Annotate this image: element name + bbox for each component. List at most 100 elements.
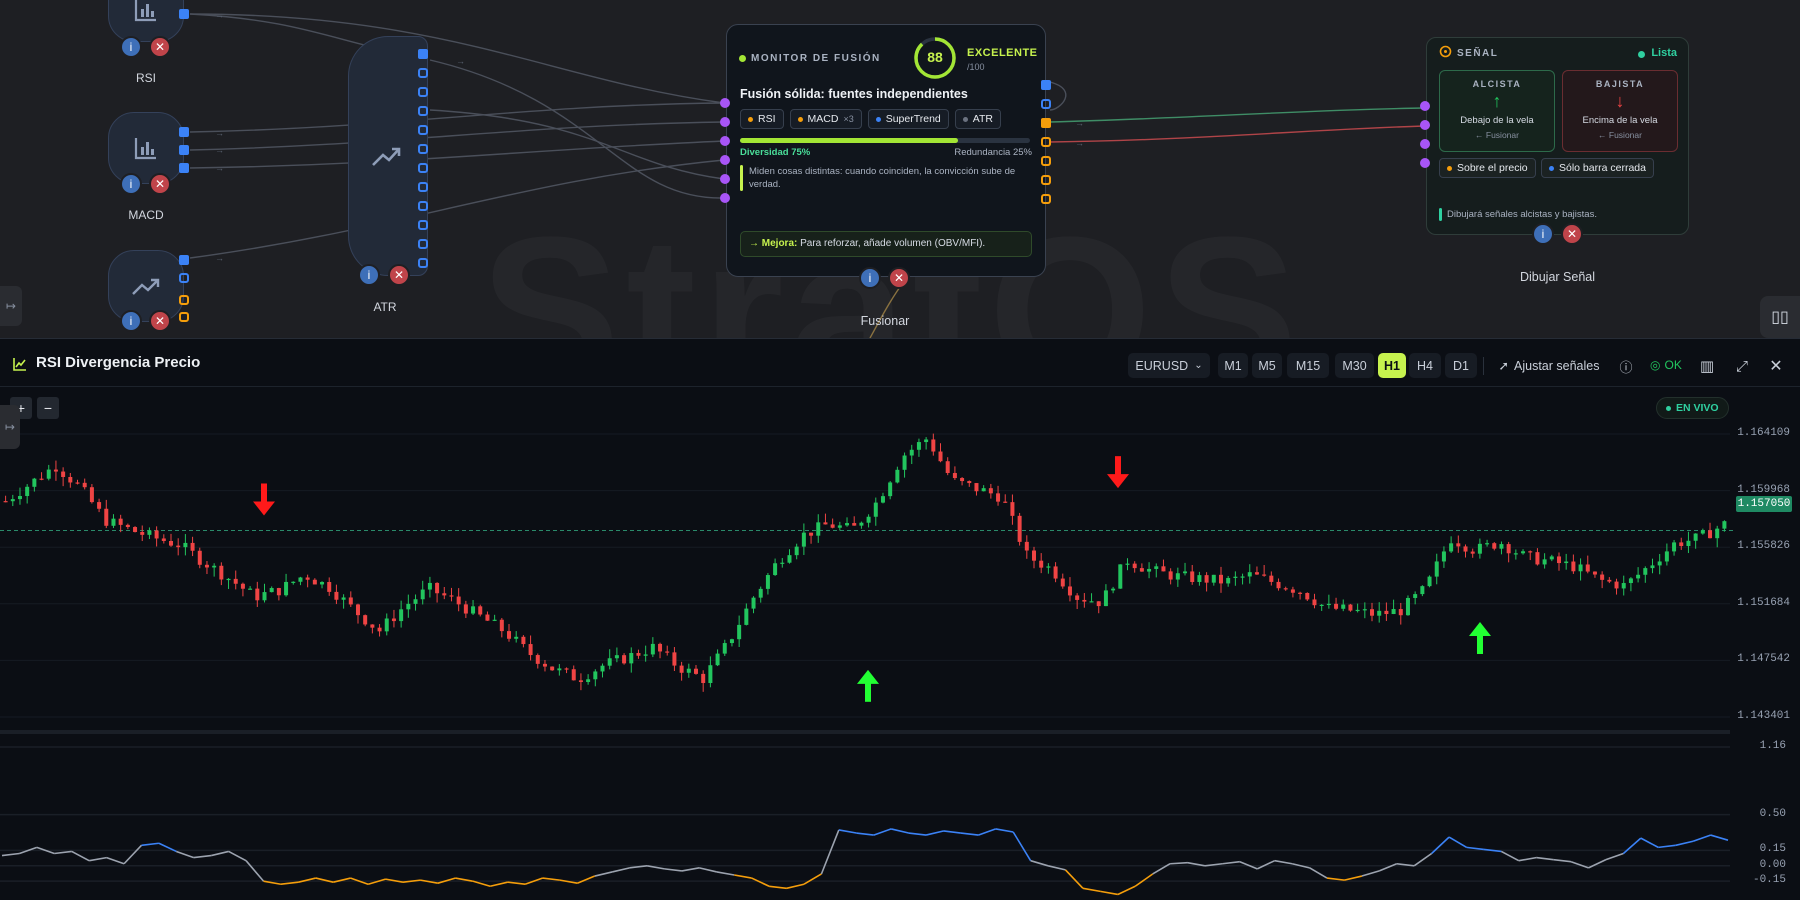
supertrend-output-port-1[interactable] (179, 255, 189, 265)
collapse-sidebar-icon[interactable]: ↦ (0, 286, 22, 326)
signal-info-button[interactable]: i (1532, 223, 1554, 245)
rsi-output-port[interactable] (179, 9, 189, 19)
fusion-output-port[interactable] (1041, 175, 1051, 185)
candle-body (3, 501, 8, 503)
supertrend-output-port-2[interactable] (179, 273, 189, 283)
bearish-box[interactable]: BAJISTA ↓ Encima de la vela ← Fusionar (1562, 70, 1678, 152)
candle-body (845, 523, 850, 526)
atr-output-port[interactable] (418, 220, 428, 230)
expand-icon[interactable]: ⤢ (1732, 356, 1752, 376)
candle-body (1139, 568, 1144, 572)
supertrend-info-button[interactable]: i (120, 310, 142, 332)
symbol-select[interactable]: EURUSD ⌄ (1128, 353, 1210, 378)
atr-output-port[interactable] (418, 201, 428, 211)
supertrend-output-port-4[interactable] (179, 312, 189, 322)
signal-node[interactable]: SEÑAL Lista ALCISTA ↑ Debajo de la vela … (1426, 37, 1689, 235)
bullish-box[interactable]: ALCISTA ↑ Debajo de la vela ← Fusionar (1439, 70, 1555, 152)
book-icon[interactable]: ▯▯ (1760, 296, 1800, 338)
option-closed-bar[interactable]: Sólo barra cerrada (1541, 158, 1654, 178)
candle-body (1082, 599, 1087, 602)
atr-output-port[interactable] (418, 68, 428, 78)
atr-output-port[interactable] (418, 106, 428, 116)
timeframe-m15[interactable]: M15 (1287, 353, 1329, 378)
fusion-output-port[interactable] (1041, 156, 1051, 166)
timeframe-m1[interactable]: M1 (1218, 353, 1248, 378)
fusion-output-port[interactable] (1041, 80, 1051, 90)
candle-body (1420, 586, 1425, 595)
osc-segment (1379, 863, 1398, 872)
osc-segment (1588, 858, 1607, 869)
node-canvas[interactable]: StratOS →→→→→ → →→ (0, 0, 1800, 338)
fusion-output-port[interactable] (1041, 137, 1051, 147)
osc-segment (542, 877, 560, 881)
macd-output-port-3[interactable] (179, 163, 189, 173)
osc-segment (507, 881, 526, 886)
candle-body (1463, 546, 1468, 552)
fusion-input-port[interactable] (720, 136, 730, 146)
macd-output-port-2[interactable] (179, 145, 189, 155)
macd-close-button[interactable]: ✕ (149, 173, 171, 195)
atr-output-port[interactable] (418, 144, 428, 154)
osc-segment (1500, 850, 1520, 862)
fusion-info-button[interactable]: i (859, 267, 881, 289)
osc-segment (838, 829, 857, 834)
fusion-input-port[interactable] (720, 117, 730, 127)
fusion-input-port[interactable] (720, 174, 730, 184)
timeframe-m5[interactable]: M5 (1252, 353, 1282, 378)
atr-info-button[interactable]: i (358, 264, 380, 286)
supertrend-node[interactable] (108, 250, 184, 322)
macd-info-button[interactable]: i (120, 173, 142, 195)
macd-node[interactable] (108, 112, 184, 184)
macd-output-port-1[interactable] (179, 127, 189, 137)
atr-output-port[interactable] (418, 182, 428, 192)
score-grade: EXCELENTE (967, 47, 1038, 59)
atr-output-port[interactable] (418, 239, 428, 249)
signal-close-button[interactable]: ✕ (1561, 223, 1583, 245)
fusion-input-port[interactable] (720, 98, 730, 108)
fusion-monitor-node[interactable]: MONITOR DE FUSIÓN 88 EXCELENTE /100 Fusi… (726, 24, 1046, 277)
atr-close-button[interactable]: ✕ (388, 264, 410, 286)
fusion-input-port[interactable] (720, 155, 730, 165)
panel-collapse-icon[interactable]: ↦ (0, 405, 20, 449)
supertrend-close-button[interactable]: ✕ (149, 310, 171, 332)
signal-input-port[interactable] (1420, 139, 1430, 149)
close-icon[interactable]: ✕ (1766, 356, 1786, 376)
signal-input-port[interactable] (1420, 158, 1430, 168)
supertrend-output-port-3[interactable] (179, 295, 189, 305)
fusion-close-button[interactable]: ✕ (888, 267, 910, 289)
atr-output-port[interactable] (418, 163, 428, 173)
ok-label: OK (1664, 358, 1682, 372)
fusion-output-port[interactable] (1041, 118, 1051, 128)
candle-body (463, 604, 468, 614)
atr-output-port[interactable] (418, 87, 428, 97)
option-over-price[interactable]: Sobre el precio (1439, 158, 1536, 178)
rsi-node[interactable] (108, 0, 184, 42)
candle-body (1305, 592, 1310, 600)
signal-input-port[interactable] (1420, 101, 1430, 111)
adjust-signals-button[interactable]: ➚ Ajustar señales (1490, 353, 1608, 378)
timeframe-h4[interactable]: H4 (1409, 353, 1441, 378)
timeframe-d1[interactable]: D1 (1445, 353, 1477, 378)
info-icon[interactable]: ⓘ (1616, 356, 1636, 376)
signal-status: Lista (1651, 47, 1677, 59)
signal-input-port[interactable] (1420, 120, 1430, 130)
fusion-output-port[interactable] (1041, 99, 1051, 109)
option-dot (1549, 165, 1554, 171)
timeframe-m30[interactable]: M30 (1335, 353, 1374, 378)
zoom-out-button[interactable]: − (37, 397, 59, 419)
rsi-close-button[interactable]: ✕ (149, 36, 171, 58)
atr-node[interactable] (348, 36, 428, 276)
osc-segment (960, 832, 979, 836)
atr-output-port[interactable] (418, 125, 428, 135)
atr-output-port[interactable] (418, 49, 428, 59)
price-chart[interactable] (0, 387, 1800, 900)
rsi-info-button[interactable]: i (120, 36, 142, 58)
fusion-output-port[interactable] (1041, 194, 1051, 204)
toolbar-divider (1483, 357, 1484, 375)
candle-body (794, 546, 799, 556)
atr-output-port[interactable] (418, 258, 428, 268)
candle-body (370, 624, 375, 628)
indicator-chart-icon[interactable]: ▥ (1697, 356, 1717, 376)
timeframe-h1[interactable]: H1 (1378, 353, 1406, 378)
fusion-input-port[interactable] (720, 193, 730, 203)
